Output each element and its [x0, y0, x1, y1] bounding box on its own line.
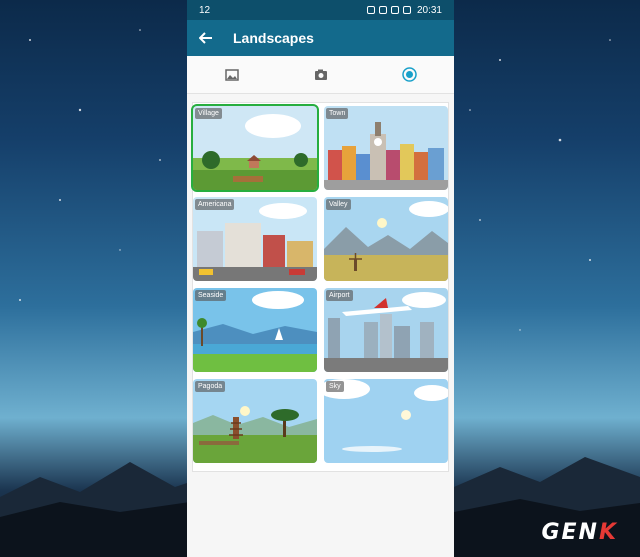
page-title: Landscapes	[233, 30, 314, 46]
battery-icon	[402, 6, 411, 14]
genk-watermark: GENK	[541, 520, 618, 545]
tab-bar	[187, 56, 454, 94]
landscape-icon	[402, 67, 417, 82]
status-left-text: 12	[199, 4, 211, 16]
landscape-grid: Village Town Americana Valley Seaside Ai…	[191, 104, 448, 463]
alarm-icon	[366, 6, 375, 14]
tile-pagoda[interactable]: Pagoda	[193, 379, 317, 463]
landscape-grid-container: Village Town Americana Valley Seaside Ai…	[191, 102, 449, 472]
tile-label: Pagoda	[195, 381, 226, 392]
tile-americana[interactable]: Americana	[193, 197, 317, 281]
app-bar: Landscapes	[187, 20, 454, 56]
tile-valley[interactable]: Valley	[324, 197, 448, 281]
tile-seaside[interactable]: Seaside	[193, 288, 317, 372]
tile-airport[interactable]: Airport	[324, 288, 448, 372]
camera-icon	[314, 69, 327, 80]
tile-label: Airport	[326, 290, 353, 301]
signal-icon	[390, 6, 399, 14]
status-time: 20:31	[416, 4, 442, 16]
tile-village[interactable]: Village	[191, 104, 319, 192]
tile-town[interactable]: Town	[324, 106, 448, 190]
phone-screen: 12 20:31 Landscapes Village Town America…	[187, 0, 454, 557]
status-icons	[366, 6, 411, 14]
tile-sky[interactable]: Sky	[324, 379, 448, 463]
tab-gallery[interactable]	[212, 56, 252, 94]
tile-label: Town	[326, 108, 349, 119]
tile-label: Americana	[195, 199, 235, 210]
wifi-icon	[378, 6, 387, 14]
tile-label: Valley	[326, 199, 351, 210]
back-arrow-icon[interactable]	[199, 31, 213, 45]
tile-label: Sky	[326, 381, 344, 392]
status-bar: 12 20:31	[187, 0, 454, 20]
tile-label: Seaside	[195, 290, 227, 301]
tab-landscapes[interactable]	[390, 56, 430, 94]
tile-label: Village	[195, 108, 222, 119]
image-icon	[224, 68, 239, 81]
tab-camera[interactable]	[301, 56, 341, 94]
